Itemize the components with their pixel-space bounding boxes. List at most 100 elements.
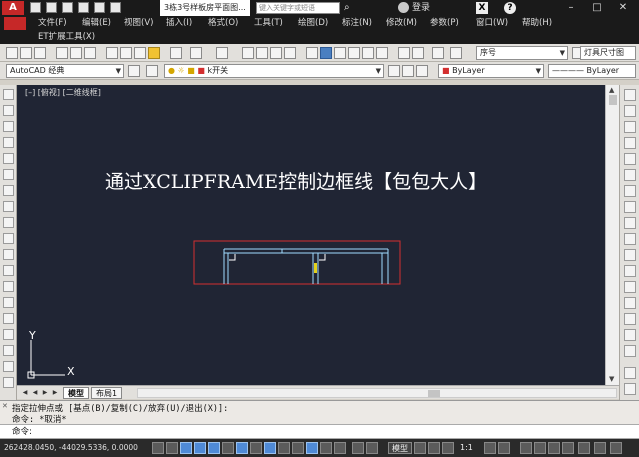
clipped-drawing[interactable] — [223, 248, 389, 284]
drawing-canvas[interactable]: [–] [俯视] [二维线框] 通过XCLIPFRAME控制边框线【包包大人】 — [17, 85, 605, 385]
mirror-icon[interactable] — [624, 121, 636, 133]
model-space-button[interactable]: 模型 — [388, 442, 412, 454]
selection-cycling-icon[interactable] — [320, 442, 332, 454]
clean-screen-icon[interactable] — [578, 442, 590, 454]
menu-edit[interactable]: 编辑(E) — [82, 16, 111, 31]
layer-manager-icon[interactable] — [146, 65, 158, 77]
rectangle-icon[interactable] — [3, 153, 14, 164]
menu-tools[interactable]: 工具(T) — [254, 16, 283, 31]
zoom-realtime-icon[interactable] — [256, 47, 268, 59]
quick-view-icon[interactable] — [366, 442, 378, 454]
save-as-icon[interactable] — [78, 2, 89, 13]
3d-object-snap-icon[interactable] — [222, 442, 234, 454]
linetype-combo[interactable]: ———— ByLayer — [548, 64, 636, 78]
undo-icon[interactable] — [190, 47, 202, 59]
circle-icon[interactable] — [3, 185, 14, 196]
chamfer-icon[interactable] — [624, 297, 636, 309]
ellipse-arc-icon[interactable] — [3, 249, 14, 260]
pan-icon[interactable] — [242, 47, 254, 59]
new-file-icon[interactable] — [30, 2, 41, 13]
annotation-scale[interactable]: 1:1 — [460, 439, 473, 457]
blend-icon[interactable] — [624, 329, 636, 341]
zoom-previous-icon[interactable] — [284, 47, 296, 59]
hscroll-thumb[interactable] — [428, 390, 440, 397]
polygon-icon[interactable] — [3, 137, 14, 148]
zoom-window-icon[interactable] — [270, 47, 282, 59]
object-snap-icon[interactable] — [208, 442, 220, 454]
close-button[interactable]: ✕ — [612, 0, 634, 16]
scroll-thumb[interactable] — [609, 95, 617, 105]
last-tab-icon[interactable]: ▶ — [51, 388, 59, 397]
copy-icon[interactable] — [120, 47, 132, 59]
new-icon[interactable] — [6, 47, 18, 59]
cut-icon[interactable] — [106, 47, 118, 59]
text-style-combo[interactable]: 序号 ▼ — [476, 46, 568, 60]
pan-status-icon[interactable] — [428, 442, 440, 454]
grid-display-icon[interactable] — [166, 442, 178, 454]
multiline-text-icon[interactable] — [432, 47, 444, 59]
color-combo[interactable]: ■ ByLayer ▼ — [438, 64, 544, 78]
menu-file[interactable]: 文件(F) — [38, 16, 67, 31]
sheet-set-icon[interactable] — [348, 47, 360, 59]
document-tab[interactable]: 3栋3号样板房平面图... — [160, 0, 250, 16]
save-icon[interactable] — [62, 2, 73, 13]
fillet-icon[interactable] — [624, 313, 636, 325]
table-icon[interactable] — [3, 361, 14, 372]
hatch-icon[interactable] — [3, 313, 14, 324]
help-icon[interactable]: ? — [504, 2, 516, 14]
block-editor-icon[interactable] — [170, 47, 182, 59]
move-icon[interactable] — [624, 169, 636, 181]
break-icon[interactable] — [624, 265, 636, 277]
trim-icon[interactable] — [624, 233, 636, 245]
scale-icon[interactable] — [624, 201, 636, 213]
hardware-acceleration-icon[interactable] — [562, 442, 574, 454]
vertical-scrollbar[interactable]: ▲ ▼ — [605, 85, 619, 385]
mtext-icon[interactable] — [3, 377, 14, 388]
menu-app-icon[interactable] — [4, 17, 26, 30]
revision-cloud-icon[interactable] — [3, 201, 14, 212]
polyline-icon[interactable] — [3, 121, 14, 132]
paste-icon[interactable] — [134, 47, 146, 59]
command-line[interactable]: 命令: — [0, 424, 639, 439]
horizontal-scrollbar[interactable] — [137, 388, 617, 398]
menu-insert[interactable]: 插入(I) — [166, 16, 192, 31]
line-icon[interactable] — [3, 89, 14, 100]
ellipse-icon[interactable] — [3, 233, 14, 244]
ortho-mode-icon[interactable] — [180, 442, 192, 454]
gradient-icon[interactable] — [3, 329, 14, 340]
spline-icon[interactable] — [3, 217, 14, 228]
properties-icon[interactable] — [306, 47, 318, 59]
customization-icon[interactable] — [594, 442, 606, 454]
prev-tab-icon[interactable]: ◀ — [31, 388, 39, 397]
workspace-combo[interactable]: AutoCAD 经典 ▼ — [6, 64, 124, 78]
explode-icon[interactable] — [624, 345, 636, 357]
print-toolbar-icon[interactable] — [56, 47, 68, 59]
construction-line-icon[interactable] — [3, 105, 14, 116]
lock-ui-icon[interactable] — [534, 442, 546, 454]
menu-format[interactable]: 格式(O) — [208, 16, 238, 31]
publish-icon[interactable] — [84, 47, 96, 59]
dynamic-ucs-icon[interactable] — [250, 442, 262, 454]
menu-draw[interactable]: 绘图(D) — [298, 16, 328, 31]
isolate-objects-icon[interactable] — [548, 442, 560, 454]
dynamic-input-icon[interactable] — [264, 442, 276, 454]
make-block-icon[interactable] — [3, 281, 14, 292]
layer-state-icon[interactable] — [416, 65, 428, 77]
array-icon[interactable] — [624, 153, 636, 165]
next-tab-icon[interactable]: ▶ — [41, 388, 49, 397]
help-toolbar-icon[interactable] — [398, 47, 410, 59]
palette-extra2-icon[interactable] — [624, 383, 636, 395]
open-file-icon[interactable] — [46, 2, 57, 13]
rotate-icon[interactable] — [624, 185, 636, 197]
annotation-visibility-icon[interactable] — [484, 442, 496, 454]
lineweight-icon[interactable] — [278, 442, 290, 454]
offset-icon[interactable] — [624, 137, 636, 149]
text-style-a-icon[interactable] — [450, 47, 462, 59]
text-style-icon[interactable] — [412, 47, 424, 59]
menu-parametric[interactable]: 参数(P) — [430, 16, 459, 31]
annotation-scale-icon[interactable] — [442, 442, 454, 454]
copy-object-icon[interactable] — [624, 105, 636, 117]
workspace-settings-icon[interactable] — [128, 65, 140, 77]
viewport-icon[interactable] — [414, 442, 426, 454]
app-logo[interactable]: A — [2, 1, 24, 15]
